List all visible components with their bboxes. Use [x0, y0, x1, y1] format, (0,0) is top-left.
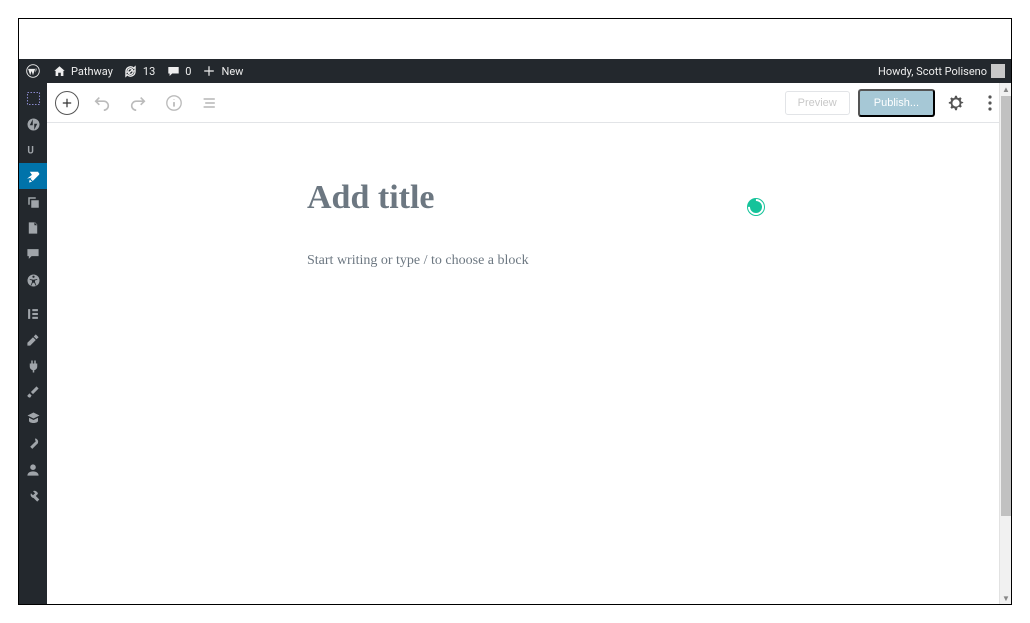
sidebar-plugins[interactable] [19, 353, 47, 379]
account-link[interactable]: Howdy, Scott Poliseno [878, 64, 1005, 78]
new-label: New [221, 65, 243, 78]
new-link[interactable]: New [201, 63, 243, 79]
redo-button[interactable] [125, 90, 151, 116]
editor-content: Start writing or type / to choose a bloc… [47, 123, 1011, 269]
undo-button[interactable] [89, 90, 115, 116]
refresh-icon [123, 63, 139, 79]
gear-icon [947, 94, 965, 112]
toolbar-left [55, 90, 223, 116]
home-icon [51, 63, 67, 79]
info-button[interactable] [161, 90, 187, 116]
sidebar-learndash[interactable] [19, 405, 47, 431]
post-title-input[interactable] [307, 179, 867, 217]
plus-icon [61, 97, 73, 109]
avatar [991, 64, 1005, 78]
editor: Preview Publish... Start writing or type… [47, 83, 1011, 604]
scroll-down-arrow[interactable]: ▼ [1000, 592, 1012, 604]
scroll-up-arrow[interactable]: ▲ [1000, 83, 1012, 95]
sidebar-accessibility[interactable] [19, 267, 47, 293]
outline-button[interactable] [197, 90, 223, 116]
sidebar-comments[interactable] [19, 241, 47, 267]
sidebar-posts[interactable] [19, 163, 47, 189]
editor-toolbar: Preview Publish... [47, 83, 1011, 123]
page-frame: Pathway 13 0 [0, 0, 1030, 623]
admin-bar-right: Howdy, Scott Poliseno [878, 64, 1005, 78]
sidebar-updraft[interactable]: U [19, 137, 47, 163]
toolbar-right: Preview Publish... [785, 89, 1003, 117]
window: Pathway 13 0 [18, 18, 1012, 605]
admin-bar-left: Pathway 13 0 [25, 63, 878, 79]
sidebar-dashboard[interactable] [19, 85, 47, 111]
admin-sidebar: U [19, 83, 47, 604]
howdy-text: Howdy, Scott Poliseno [878, 65, 987, 78]
sidebar-users[interactable] [19, 457, 47, 483]
sidebar-tools-wrench[interactable] [19, 431, 47, 457]
sidebar-elementor[interactable] [19, 301, 47, 327]
comments-link[interactable]: 0 [165, 63, 191, 79]
redo-icon [129, 94, 147, 112]
sidebar-pages[interactable] [19, 215, 47, 241]
comment-icon [165, 63, 181, 79]
svg-text:U: U [27, 146, 33, 157]
sidebar-jetpack[interactable] [19, 111, 47, 137]
preview-button[interactable]: Preview [785, 91, 850, 115]
add-block-button[interactable] [55, 91, 79, 115]
site-name: Pathway [71, 65, 113, 78]
list-icon [202, 95, 218, 111]
plus-icon [201, 63, 217, 79]
wordpress-icon [25, 63, 41, 79]
sidebar-media[interactable] [19, 189, 47, 215]
kebab-icon [988, 95, 992, 111]
comments-count: 0 [185, 65, 191, 78]
updates-count: 13 [143, 65, 155, 78]
grammarly-icon[interactable] [747, 198, 765, 216]
admin-bar: Pathway 13 0 [19, 59, 1011, 83]
info-icon [165, 94, 183, 112]
sidebar-settings[interactable] [19, 483, 47, 509]
post-body-placeholder[interactable]: Start writing or type / to choose a bloc… [307, 253, 867, 269]
site-link[interactable]: Pathway [51, 63, 113, 79]
scrollbar-thumb[interactable] [1001, 96, 1011, 516]
scrollbar[interactable]: ▲ ▼ [999, 83, 1011, 604]
settings-button[interactable] [943, 90, 969, 116]
publish-button[interactable]: Publish... [858, 89, 935, 117]
undo-icon [93, 94, 111, 112]
sidebar-tools-brush[interactable] [19, 379, 47, 405]
sidebar-appearance[interactable] [19, 327, 47, 353]
updates-link[interactable]: 13 [123, 63, 155, 79]
wp-logo[interactable] [25, 63, 41, 79]
